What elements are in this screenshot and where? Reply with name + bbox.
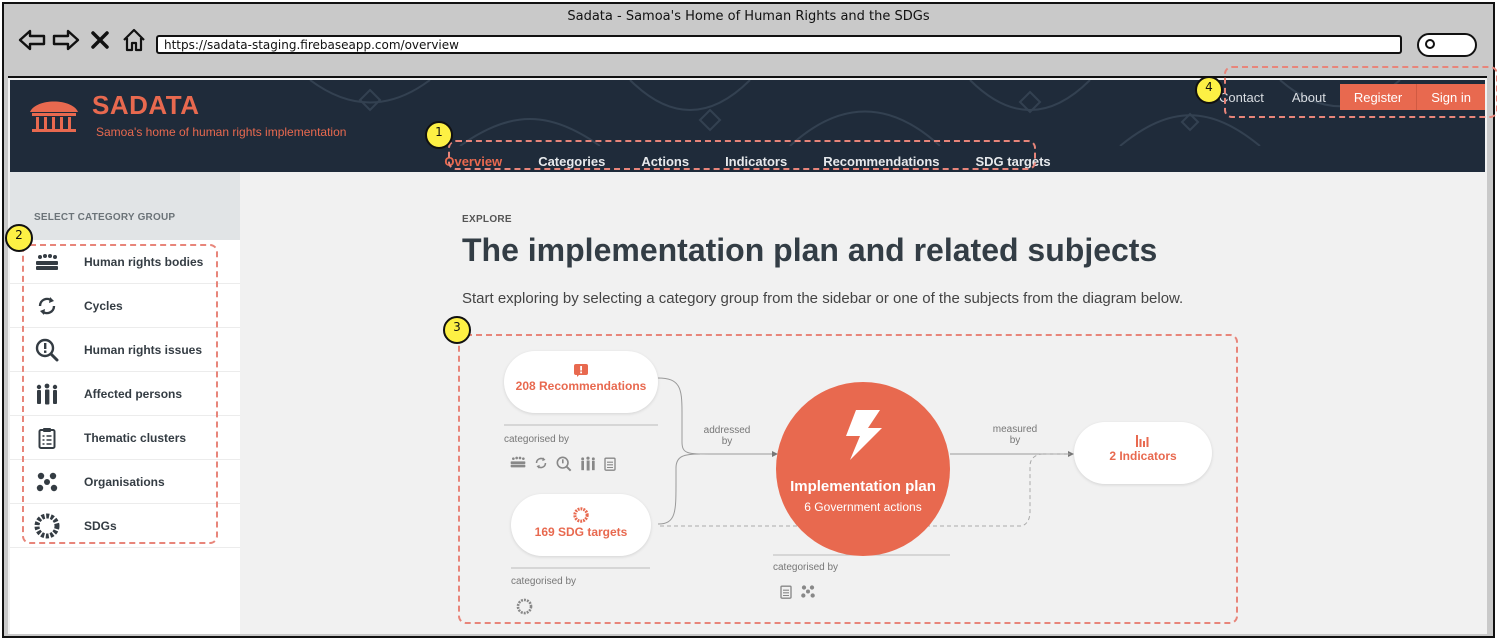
annotation-marker-2: 2 [5,224,33,252]
brand-name[interactable]: SADATA [92,90,199,121]
sidebar-heading: SELECT CATEGORY GROUP [10,172,240,240]
annotation-marker-4: 4 [1195,76,1223,104]
browser-nav [18,26,148,54]
back-icon[interactable] [18,26,46,54]
annotation-marker-1: 1 [425,121,453,149]
address-bar[interactable]: https://sadata-staging.firebaseapp.com/o… [156,35,1402,54]
account-highlight [1224,66,1497,118]
forward-icon[interactable] [52,26,80,54]
window-title: Sadata - Samoa's Home of Human Rights an… [567,9,930,24]
browser-search-icon[interactable] [1417,33,1477,57]
close-icon[interactable] [86,26,114,54]
fale-logo-icon [30,101,78,132]
diagram-highlight [458,334,1238,624]
browser-window: Sadata - Samoa's Home of Human Rights an… [2,2,1497,638]
nav-highlight [448,140,1036,170]
brand-tagline: Samoa's home of human rights implementat… [96,125,347,139]
annotation-marker-3: 3 [443,316,471,344]
home-icon[interactable] [120,26,148,54]
sidebar-highlight [22,244,218,544]
